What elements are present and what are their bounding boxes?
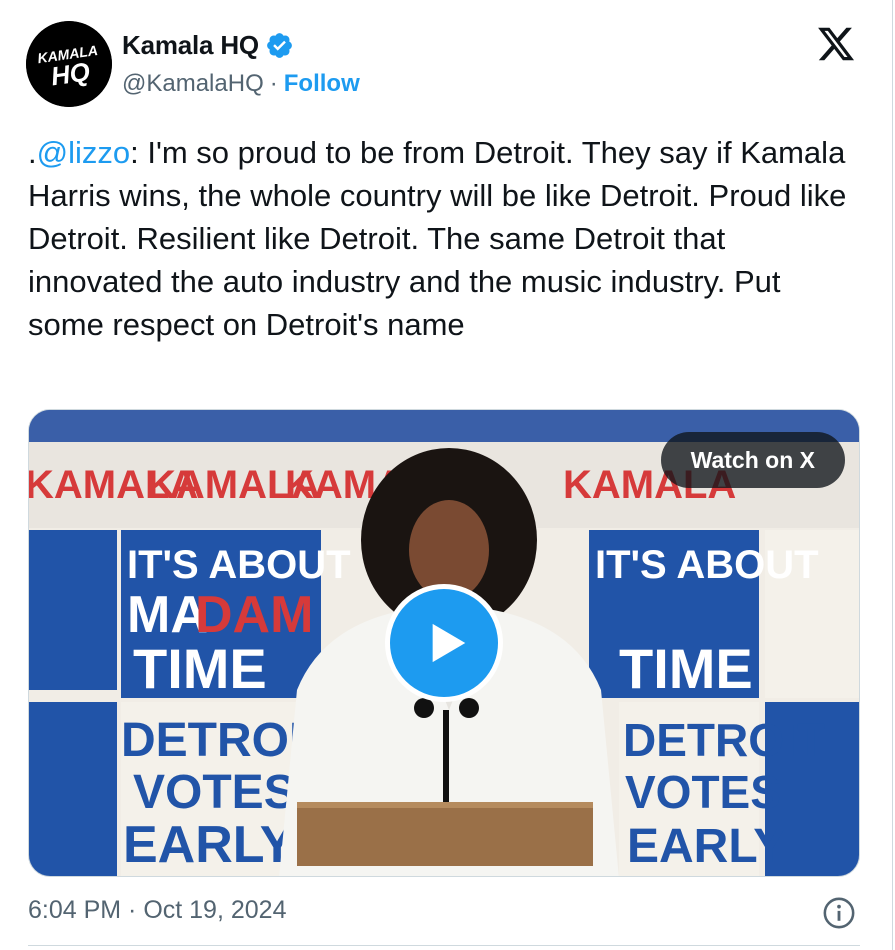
play-icon (432, 623, 466, 663)
author-name-row: Kamala HQ (122, 30, 294, 61)
sign-text: VOTES (133, 766, 296, 819)
tweet-text: .@lizzo: I'm so proud to be from Detroit… (28, 131, 858, 346)
sign-text: TIME (133, 637, 267, 700)
tweet-text-prefix: . (28, 135, 37, 170)
info-icon[interactable] (822, 896, 856, 930)
author-display-name[interactable]: Kamala HQ (122, 30, 259, 61)
divider (28, 945, 860, 946)
sign-text: IT'S ABOUT (127, 543, 351, 587)
sign-text: DAM (195, 586, 313, 644)
sign-text: EARLY (123, 816, 294, 874)
sign-text: TIME (619, 637, 753, 700)
author-handle-row: @KamalaHQ · Follow (122, 70, 360, 98)
follow-button[interactable]: Follow (284, 70, 360, 98)
tweet-text-body: : I'm so proud to be from Detroit. They … (28, 135, 847, 342)
svg-text:HQ: HQ (49, 56, 92, 91)
sign-text: DETROIT (623, 714, 825, 766)
video-player[interactable]: KAMALA KAMALA KAMALA KAMALA IT'S ABOUT M… (28, 409, 860, 877)
mention-link[interactable]: @lizzo (37, 135, 130, 170)
verified-badge-icon (267, 33, 292, 58)
tweet-timestamp[interactable]: 6:04 PM · Oct 19, 2024 (28, 896, 286, 925)
tweet-card: KAMALA HQ Kamala HQ @KamalaHQ · Follow .… (0, 0, 893, 950)
watch-on-x-button[interactable]: Watch on X (660, 432, 845, 488)
sign-text: VOTES (625, 766, 781, 818)
x-logo-icon[interactable] (816, 24, 856, 64)
play-button[interactable] (385, 584, 503, 702)
kamala-hq-logo: KAMALA HQ (26, 21, 112, 107)
separator-dot: · (269, 70, 278, 97)
sign-text: IT'S ABOUT (595, 543, 819, 587)
author-handle[interactable]: @KamalaHQ (122, 70, 264, 98)
sign-text: EARLY (627, 820, 785, 873)
avatar[interactable]: KAMALA HQ (26, 21, 112, 107)
